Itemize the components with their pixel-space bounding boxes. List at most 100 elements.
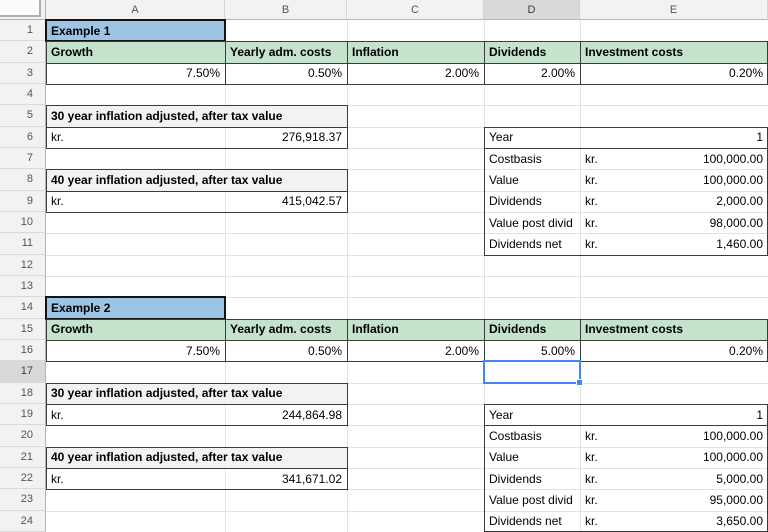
cell-E6[interactable]: 1 (580, 127, 768, 148)
row-header-4[interactable]: 4 (0, 84, 46, 105)
cell-C16[interactable]: 2.00% (347, 340, 484, 361)
cell-E20[interactable]: kr.100,000.00 (580, 425, 768, 446)
cell-border (347, 383, 348, 405)
fill-handle[interactable] (576, 379, 583, 386)
cell-value: Yearly adm. costs (230, 45, 331, 59)
row-header-19[interactable]: 19 (0, 404, 46, 425)
cell-D19[interactable]: Year (484, 404, 580, 425)
cell-E23[interactable]: kr.95,000.00 (580, 489, 768, 510)
cell-D2[interactable]: Dividends (484, 41, 580, 62)
cell-D22[interactable]: Dividends (484, 468, 580, 489)
cell-B2[interactable]: Yearly adm. costs (225, 41, 347, 62)
row-header-label: 1 (27, 24, 33, 36)
column-header-label: D (528, 4, 536, 16)
row-header-1[interactable]: 1 (0, 20, 46, 41)
cell-B19[interactable]: 244,864.98 (225, 404, 347, 425)
cell-E2[interactable]: Investment costs (580, 41, 768, 62)
cell-E19[interactable]: 1 (580, 404, 768, 425)
row-header-14[interactable]: 14 (0, 297, 46, 318)
cell-D23[interactable]: Value post divid (484, 489, 580, 510)
cell-value: Investment costs (585, 322, 683, 336)
row-header-16[interactable]: 16 (0, 340, 46, 361)
cell-E3[interactable]: 0.20% (580, 63, 768, 84)
cell-E21[interactable]: kr.100,000.00 (580, 447, 768, 468)
cell-A9[interactable]: kr. (46, 191, 225, 212)
cell-D3[interactable]: 2.00% (484, 63, 580, 84)
cell-D10[interactable]: Value post divid (484, 212, 580, 233)
cell-E24[interactable]: kr.3,650.00 (580, 511, 768, 532)
column-header-A[interactable]: A (46, 0, 225, 20)
row-header-15[interactable]: 15 (0, 319, 46, 340)
cell-A5[interactable]: 30 year inflation adjusted, after tax va… (46, 105, 347, 126)
cell-E10[interactable]: kr.98,000.00 (580, 212, 768, 233)
cell-C3[interactable]: 2.00% (347, 63, 484, 84)
cell-A14[interactable]: Example 2 (46, 297, 225, 318)
column-header-B[interactable]: B (225, 0, 347, 20)
cell-E16[interactable]: 0.20% (580, 340, 768, 361)
cell-E15[interactable]: Investment costs (580, 319, 768, 340)
cell-A19[interactable]: kr. (46, 404, 225, 425)
cell-A8[interactable]: 40 year inflation adjusted, after tax va… (46, 169, 347, 190)
cell-D21[interactable]: Value (484, 447, 580, 468)
cell-B16[interactable]: 0.50% (225, 340, 347, 361)
cell-E7[interactable]: kr.100,000.00 (580, 148, 768, 169)
cell-A18[interactable]: 30 year inflation adjusted, after tax va… (46, 383, 347, 404)
cell-D6[interactable]: Year (484, 127, 580, 148)
cell-C2[interactable]: Inflation (347, 41, 484, 62)
cell-value: Yearly adm. costs (230, 322, 331, 336)
cell-D16[interactable]: 5.00% (484, 340, 580, 361)
row-header-6[interactable]: 6 (0, 127, 46, 148)
cell-D7[interactable]: Costbasis (484, 148, 580, 169)
row-header-3[interactable]: 3 (0, 63, 46, 84)
cell-A16[interactable]: 7.50% (46, 340, 225, 361)
cell-border (347, 105, 348, 127)
selection-outline[interactable] (483, 360, 581, 383)
row-header-17[interactable]: 17 (0, 361, 46, 382)
cell-B15[interactable]: Yearly adm. costs (225, 319, 347, 340)
cell-value: Value post divid (489, 216, 573, 230)
row-header-23[interactable]: 23 (0, 489, 46, 510)
row-header-22[interactable]: 22 (0, 468, 46, 489)
select-all-corner[interactable] (0, 0, 46, 20)
cell-B3[interactable]: 0.50% (225, 63, 347, 84)
cell-D8[interactable]: Value (484, 169, 580, 190)
cell-E22[interactable]: kr.5,000.00 (580, 468, 768, 489)
row-header-8[interactable]: 8 (0, 169, 46, 190)
cell-value: 95,000.00 (710, 493, 763, 507)
row-header-5[interactable]: 5 (0, 105, 46, 126)
cell-C15[interactable]: Inflation (347, 319, 484, 340)
cell-B6[interactable]: 276,918.37 (225, 127, 347, 148)
column-header-E[interactable]: E (580, 0, 768, 20)
row-header-9[interactable]: 9 (0, 191, 46, 212)
cell-A3[interactable]: 7.50% (46, 63, 225, 84)
row-header-18[interactable]: 18 (0, 383, 46, 404)
cell-E8[interactable]: kr.100,000.00 (580, 169, 768, 190)
cell-A6[interactable]: kr. (46, 127, 225, 148)
cell-A2[interactable]: Growth (46, 41, 225, 62)
cell-A1[interactable]: Example 1 (46, 20, 225, 41)
row-header-24[interactable]: 24 (0, 511, 46, 532)
cell-A22[interactable]: kr. (46, 468, 225, 489)
row-header-7[interactable]: 7 (0, 148, 46, 169)
row-header-13[interactable]: 13 (0, 276, 46, 297)
row-header-2[interactable]: 2 (0, 41, 46, 62)
cell-B9[interactable]: 415,042.57 (225, 191, 347, 212)
cell-D15[interactable]: Dividends (484, 319, 580, 340)
column-header-D[interactable]: D (484, 0, 580, 20)
cell-D24[interactable]: Dividends net (484, 511, 580, 532)
row-header-10[interactable]: 10 (0, 212, 46, 233)
row-header-21[interactable]: 21 (0, 447, 46, 468)
row-header-12[interactable]: 12 (0, 255, 46, 276)
cell-A15[interactable]: Growth (46, 319, 225, 340)
row-header-11[interactable]: 11 (0, 233, 46, 254)
cell-D9[interactable]: Dividends (484, 191, 580, 212)
cell-D11[interactable]: Dividends net (484, 233, 580, 254)
cell-B22[interactable]: 341,671.02 (225, 468, 347, 489)
row-header-20[interactable]: 20 (0, 425, 46, 446)
cell-E11[interactable]: kr.1,460.00 (580, 233, 768, 254)
gridline (46, 276, 768, 277)
cell-E9[interactable]: kr.2,000.00 (580, 191, 768, 212)
cell-D20[interactable]: Costbasis (484, 425, 580, 446)
cell-A21[interactable]: 40 year inflation adjusted, after tax va… (46, 447, 347, 468)
column-header-C[interactable]: C (347, 0, 484, 20)
